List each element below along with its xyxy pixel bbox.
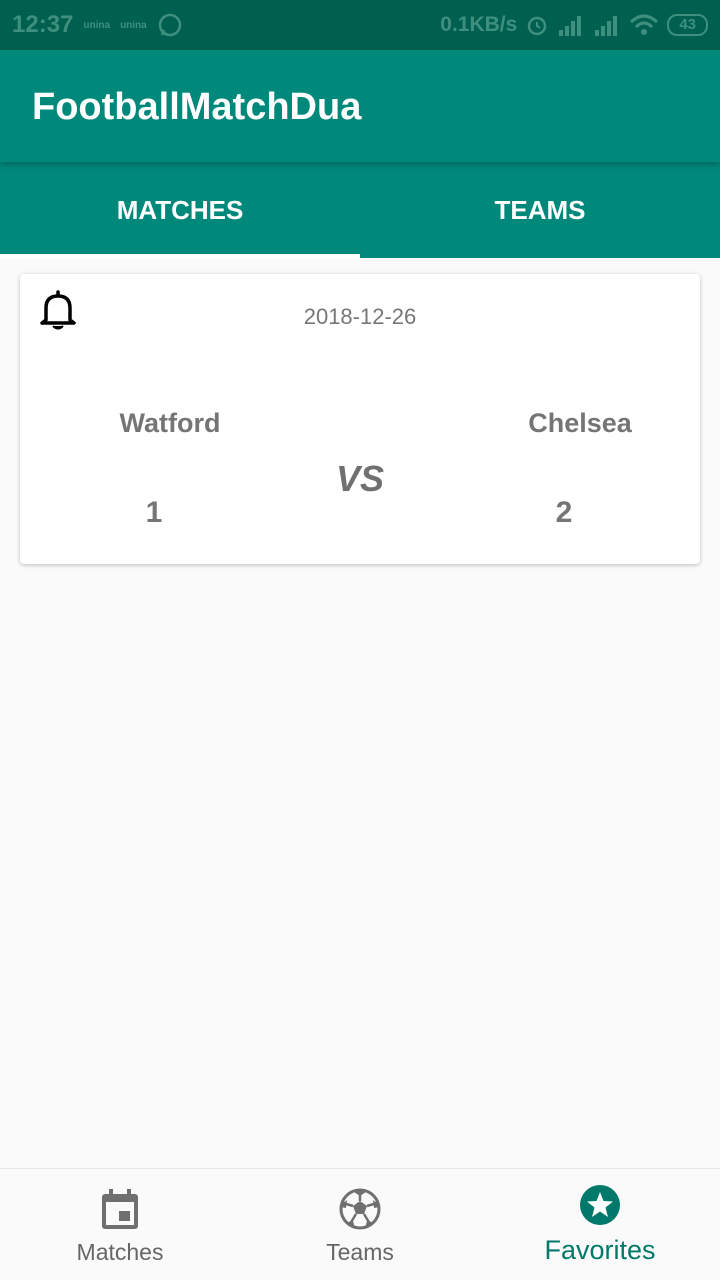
star-icon (578, 1183, 622, 1227)
bottom-navigation: Matches Teams Favorites (0, 1168, 720, 1280)
match-date: 2018-12-26 (303, 304, 417, 329)
nav-label-teams: Teams (326, 1239, 394, 1265)
tab-bar: MATCHES TEAMS (0, 162, 720, 258)
battery-indicator: 43 (667, 14, 708, 36)
carrier-label-2: unina (120, 19, 147, 31)
signal-icon-2 (593, 14, 621, 36)
net-speed: 0.1KB/s (440, 13, 518, 36)
status-time: 12:37 (12, 11, 74, 38)
whatsapp-icon (157, 12, 183, 38)
signal-icon-1 (557, 14, 585, 36)
status-bar: 12:37 unina unina 0.1KB/s 43 (0, 0, 720, 50)
tab-matches[interactable]: MATCHES (0, 162, 360, 258)
carrier-label-1: unina (83, 19, 111, 31)
nav-label-favorites: Favorites (544, 1235, 656, 1265)
away-team-name: Chelsea (528, 408, 632, 438)
nav-item-matches[interactable]: Matches (0, 1169, 240, 1280)
nav-label-matches: Matches (76, 1239, 164, 1265)
wifi-icon (629, 14, 659, 36)
app-title: FootballMatchDua (32, 86, 362, 128)
home-team-score: 1 (145, 496, 163, 529)
calendar-icon (98, 1187, 142, 1231)
status-right: 0.1KB/s 43 (440, 13, 708, 37)
alarm-icon (525, 13, 549, 37)
nav-item-favorites[interactable]: Favorites (480, 1169, 720, 1280)
nav-item-teams[interactable]: Teams (240, 1169, 480, 1280)
tab-teams[interactable]: TEAMS (360, 162, 720, 258)
app-bar: FootballMatchDua (0, 50, 720, 162)
home-team-name: Watford (119, 408, 221, 438)
match-card[interactable]: 2018-12-26 Watford Chelsea VS 1 2 (20, 274, 700, 564)
away-team-score: 2 (555, 496, 573, 529)
vs-label: VS (335, 458, 385, 499)
soccer-ball-icon (338, 1187, 382, 1231)
